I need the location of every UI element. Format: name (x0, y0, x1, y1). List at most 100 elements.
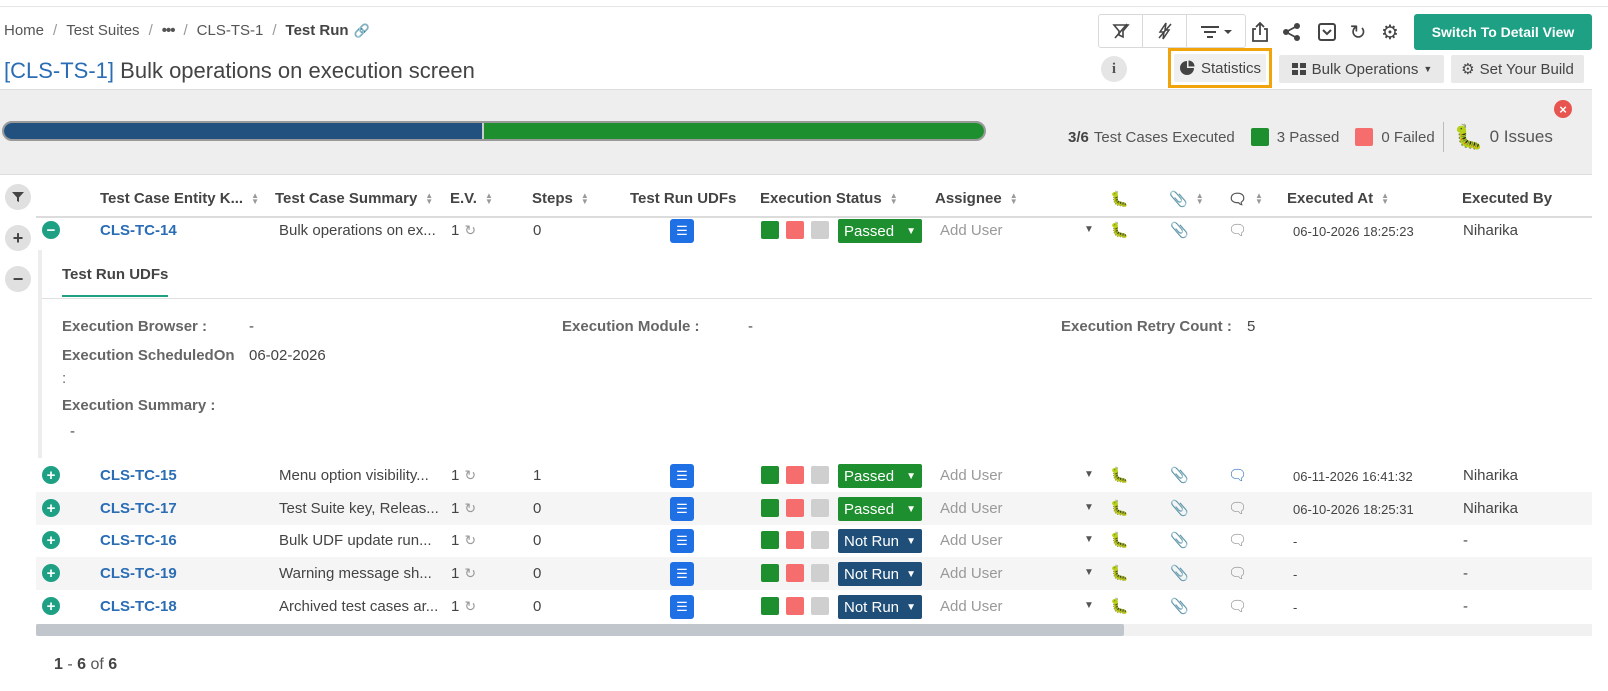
switch-detail-view-button[interactable]: Switch To Detail View (1414, 14, 1592, 50)
quick-not-run-button[interactable] (811, 466, 829, 484)
collapse-row-icon[interactable]: − (42, 221, 60, 239)
quick-pass-button[interactable] (761, 466, 779, 484)
lightning-off-icon[interactable] (1143, 15, 1187, 47)
bug-icon[interactable]: 🐛 (1110, 564, 1129, 582)
quick-pass-button[interactable] (761, 221, 779, 239)
chevron-down-icon[interactable]: ▼ (1084, 469, 1094, 480)
quick-fail-button[interactable] (786, 499, 804, 517)
link-icon[interactable]: 🔗 (354, 23, 370, 39)
udf-edit-icon[interactable]: ☰ (670, 595, 694, 619)
expand-all-icon[interactable]: + (5, 225, 31, 251)
quick-fail-button[interactable] (786, 531, 804, 549)
comments-icon[interactable]: 🗨 (1228, 597, 1247, 615)
breadcrumb-more[interactable]: ••• (162, 22, 176, 39)
col-header-status[interactable]: Execution Status ▲ ▼ (760, 190, 898, 207)
quick-not-run-button[interactable] (811, 531, 829, 549)
assignee-select[interactable]: Add User (940, 222, 1003, 239)
chevron-down-icon[interactable]: ▼ (1084, 534, 1094, 545)
execution-status-dropdown[interactable]: Passed ▼ (838, 497, 922, 521)
bug-icon[interactable]: 🐛 (1110, 221, 1129, 239)
quick-pass-button[interactable] (761, 597, 779, 615)
col-header-executed-at[interactable]: Executed At ▲ ▼ (1287, 190, 1389, 207)
udf-edit-icon[interactable]: ☰ (670, 464, 694, 488)
expand-row-icon[interactable]: + (42, 564, 60, 582)
quick-pass-button[interactable] (761, 564, 779, 582)
col-header-key[interactable]: Test Case Entity K... ▲ ▼ (100, 190, 259, 207)
bug-icon[interactable]: 🐛 (1110, 531, 1129, 549)
info-icon[interactable]: i (1101, 56, 1127, 82)
paperclip-icon[interactable]: 📎 (1170, 597, 1189, 615)
col-header-ev[interactable]: E.V. ▲ ▼ (450, 190, 493, 207)
assignee-select[interactable]: Add User (940, 598, 1003, 615)
assignee-select[interactable]: Add User (940, 565, 1003, 582)
expand-row-icon[interactable]: + (42, 499, 60, 517)
comments-icon[interactable]: 🗨 (1228, 564, 1247, 582)
execution-status-dropdown[interactable]: Not Run ▼ (838, 529, 922, 553)
udf-edit-icon[interactable]: ☰ (670, 219, 694, 243)
breadcrumb-home[interactable]: Home (4, 22, 44, 39)
clear-filter-icon[interactable] (1099, 15, 1143, 47)
tab-test-run-udfs[interactable]: Test Run UDFs (62, 266, 169, 297)
col-header-steps[interactable]: Steps ▲ ▼ (532, 190, 589, 207)
sort-filter-icon[interactable] (1187, 15, 1245, 47)
test-case-key-link[interactable]: CLS-TC-14 (100, 222, 177, 239)
quick-not-run-button[interactable] (811, 499, 829, 517)
test-case-key-link[interactable]: CLS-TC-15 (100, 467, 177, 484)
expand-row-icon[interactable]: + (42, 597, 60, 615)
col-header-executed-by[interactable]: Executed By (1462, 190, 1552, 207)
bug-icon[interactable]: 🐛 (1110, 597, 1129, 615)
paperclip-icon[interactable]: 📎 (1170, 466, 1189, 484)
udf-edit-icon[interactable]: ☰ (670, 529, 694, 553)
col-header-attachments[interactable]: 📎 ▲ ▼ (1169, 190, 1204, 208)
paperclip-icon[interactable]: 📎 (1170, 564, 1189, 582)
test-case-key-link[interactable]: CLS-TC-17 (100, 500, 177, 517)
sync-icon[interactable]: ↻ (464, 565, 476, 581)
udf-edit-icon[interactable]: ☰ (670, 497, 694, 521)
sync-icon[interactable]: ↻ (464, 467, 476, 483)
comments-icon[interactable]: 🗨 (1228, 499, 1247, 517)
test-case-key-link[interactable]: CLS-TC-18 (100, 598, 177, 615)
paperclip-icon[interactable]: 📎 (1170, 531, 1189, 549)
breadcrumb-suite-key[interactable]: CLS-TS-1 (197, 22, 264, 39)
comments-icon[interactable]: 🗨 (1228, 531, 1247, 549)
execution-status-dropdown[interactable]: Not Run ▼ (838, 562, 922, 586)
sync-icon[interactable]: ↻ (464, 532, 476, 548)
comments-icon[interactable]: 🗨 (1228, 221, 1247, 239)
quick-not-run-button[interactable] (811, 597, 829, 615)
paperclip-icon[interactable]: 📎 (1170, 221, 1189, 239)
breadcrumb-test-suites[interactable]: Test Suites (66, 22, 139, 39)
execution-status-dropdown[interactable]: Not Run ▼ (838, 595, 922, 619)
quick-fail-button[interactable] (786, 221, 804, 239)
bug-icon[interactable]: 🐛 (1110, 499, 1129, 517)
set-build-button[interactable]: ⚙ Set Your Build (1451, 55, 1584, 83)
chevron-down-icon[interactable]: ▼ (1084, 600, 1094, 611)
filter-icon[interactable] (5, 184, 31, 210)
assignee-select[interactable]: Add User (940, 467, 1003, 484)
quick-fail-button[interactable] (786, 597, 804, 615)
bulk-operations-button[interactable]: Bulk Operations ▼ (1279, 55, 1444, 83)
scrollbar-thumb[interactable] (36, 624, 1124, 636)
execution-status-dropdown[interactable]: Passed ▼ (838, 464, 922, 488)
download-box-icon[interactable] (1313, 18, 1341, 46)
assignee-select[interactable]: Add User (940, 500, 1003, 517)
chevron-down-icon[interactable]: ▼ (1084, 502, 1094, 513)
col-header-summary[interactable]: Test Case Summary ▲ ▼ (275, 190, 433, 207)
test-case-key-link[interactable]: CLS-TC-19 (100, 565, 177, 582)
statistics-button[interactable]: Statistics (1174, 54, 1266, 82)
quick-pass-button[interactable] (761, 499, 779, 517)
bug-icon[interactable]: 🐛 (1110, 466, 1129, 484)
chevron-down-icon[interactable]: ▼ (1084, 567, 1094, 578)
quick-fail-button[interactable] (786, 466, 804, 484)
refresh-icon[interactable]: ↻ (1344, 18, 1372, 46)
export-icon[interactable] (1246, 18, 1274, 46)
expand-row-icon[interactable]: + (42, 466, 60, 484)
horizontal-scrollbar[interactable] (36, 624, 1592, 636)
udf-edit-icon[interactable]: ☰ (670, 562, 694, 586)
quick-not-run-button[interactable] (811, 564, 829, 582)
quick-pass-button[interactable] (761, 531, 779, 549)
gear-icon[interactable]: ⚙ (1376, 18, 1404, 46)
test-case-key-link[interactable]: CLS-TC-16 (100, 532, 177, 549)
expand-row-icon[interactable]: + (42, 531, 60, 549)
quick-not-run-button[interactable] (811, 221, 829, 239)
comments-icon[interactable]: 🗨 (1228, 466, 1247, 484)
